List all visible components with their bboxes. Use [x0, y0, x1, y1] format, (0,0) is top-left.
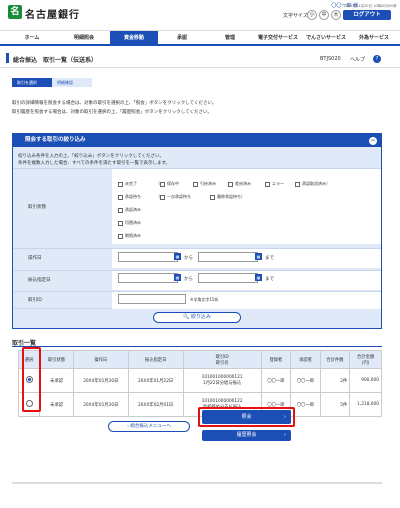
cell-count: 5件: [319, 392, 351, 417]
step-confirm: 明細確認: [52, 78, 92, 87]
checkbox[interactable]: [118, 207, 123, 213]
filter-desc: 絞り込み条件を入力の上、「絞り込み」ボタンをクリックしてください。: [18, 154, 164, 159]
nav-densai[interactable]: でんさいサービス: [302, 31, 350, 45]
cell-op-date: 20XX年01月20日: [72, 392, 129, 417]
screen-id: BTJS020: [320, 56, 341, 62]
col-approver: 承認者: [290, 350, 321, 369]
history-button[interactable]: 履歴照会 ›: [202, 430, 291, 441]
page-title: 総合振込 取引一覧（伝送系）: [13, 57, 98, 64]
chevron-right-icon: ›: [284, 432, 286, 438]
step-select: 取引を選択: [12, 78, 52, 87]
help-icon[interactable]: ?: [373, 55, 381, 63]
checkbox[interactable]: [160, 181, 165, 187]
cell-transfer-date: 20XX年01月22日: [127, 368, 184, 393]
bank-logo: 名: [8, 5, 22, 19]
checkbox[interactable]: [118, 220, 123, 226]
font-large-button[interactable]: 大: [331, 10, 341, 20]
status-label: 取引状態: [28, 205, 46, 210]
cell-amount: 1,218,000: [349, 392, 382, 417]
checkbox[interactable]: [228, 181, 233, 187]
transaction-id-input[interactable]: [118, 294, 186, 304]
transfer-date-from-input[interactable]: [118, 273, 178, 283]
id-hint: ※半角文字15桁: [190, 297, 219, 302]
search-icon: 🔍: [183, 314, 190, 320]
checkbox[interactable]: [160, 194, 165, 200]
checkbox[interactable]: [118, 194, 123, 200]
back-label: 総合振込メニューへ: [130, 424, 171, 429]
col-registrant: 登録者: [260, 350, 292, 369]
calendar-icon[interactable]: ▦: [255, 274, 262, 281]
highlight-select-column: [22, 347, 41, 412]
calendar-icon[interactable]: ▦: [174, 253, 181, 260]
font-size-label: 文字サイズ: [283, 13, 308, 19]
nav-transfer[interactable]: 資金移動: [110, 31, 158, 45]
filter-desc: 条件を複数入力した場合、すべての条件を満たす取引を一覧で表示します。: [18, 161, 171, 166]
filter-button-label: 絞り込み: [190, 314, 211, 320]
transaction-name: 1月22日分給与振込: [202, 381, 242, 386]
brand-name: 名古屋銀行: [25, 10, 80, 21]
col-count: 合計件数: [319, 350, 351, 369]
nav-approval[interactable]: 承認: [158, 31, 206, 45]
col-status: 取引状態: [39, 350, 74, 369]
nav-admin[interactable]: 管理: [206, 31, 254, 45]
calendar-icon[interactable]: ▦: [255, 253, 262, 260]
highlight-inquiry-button: [198, 407, 295, 427]
table-row: 未承認 20XX年01月20日 20XX年01月22日 101001000000…: [17, 368, 382, 393]
nav-statement[interactable]: 明細照会: [58, 31, 110, 45]
cell-id: 101001000000121 1月22日分給与振込: [182, 368, 262, 393]
last-login: 20XX年01月20日 10時00分00秒: [343, 4, 397, 8]
main-nav: ホーム 明細照会 資金移動 承認 管理 電子交付サービス でんさいサービス 外為…: [0, 30, 400, 46]
cell-approver: 〇〇一郎: [290, 368, 321, 393]
from-label: から: [184, 277, 193, 282]
filter-button[interactable]: 🔍 絞り込み: [153, 312, 241, 323]
operation-date-to-input[interactable]: [198, 252, 258, 262]
cell-status: 未承認: [39, 392, 74, 417]
nav-home[interactable]: ホーム: [6, 31, 58, 45]
col-op-date: 操作日: [72, 350, 129, 369]
chevron-left-icon: ‹: [127, 424, 129, 429]
checkbox[interactable]: [295, 181, 300, 187]
help-link[interactable]: ヘルプ: [350, 56, 365, 63]
footer-divider: [12, 482, 382, 484]
from-label: から: [184, 256, 193, 261]
title-bar: [6, 53, 9, 63]
divider: [12, 346, 382, 347]
calendar-icon[interactable]: ▦: [174, 274, 181, 281]
id-label: 取引ID: [28, 298, 42, 303]
col-id: 取引ID 取引名: [182, 350, 262, 369]
cell-status: 未承認: [39, 368, 74, 393]
checkbox[interactable]: [265, 181, 270, 187]
to-label: まで: [265, 277, 274, 282]
nav-e-delivery[interactable]: 電子交付サービス: [254, 31, 302, 45]
operation-date-label: 操作日: [28, 256, 42, 261]
cell-transfer-date: 20XX年02月01日: [127, 392, 184, 417]
font-small-button[interactable]: 小: [307, 10, 317, 20]
nav-forex[interactable]: 外為サービス: [350, 31, 398, 45]
to-label: まで: [265, 256, 274, 261]
col-amount: 合計金額 (円): [349, 350, 382, 369]
filter-panel-title[interactable]: 照会する取引の絞り込み: [13, 134, 381, 147]
checkbox[interactable]: [118, 181, 123, 187]
transfer-date-to-input[interactable]: [198, 273, 258, 283]
history-label: 履歴照会: [236, 432, 257, 438]
checkbox[interactable]: [118, 233, 123, 239]
back-to-menu-button[interactable]: ‹ 総合振込メニューへ: [108, 421, 190, 432]
checkbox[interactable]: [193, 181, 198, 187]
font-mid-button[interactable]: 中: [319, 10, 329, 20]
operation-date-from-input[interactable]: [118, 252, 178, 262]
description-line: 取引の詳細情報を照会する場合は、対象の取引を選択の上、「照会」ボタンをクリックし…: [12, 101, 217, 106]
cell-amount: 900,000: [349, 368, 382, 393]
logout-button[interactable]: ログアウト: [343, 10, 391, 20]
cell-op-date: 20XX年01月20日: [72, 368, 129, 393]
transfer-date-label: 振込指定日: [28, 278, 51, 283]
cell-registrant: 〇〇一郎: [260, 368, 292, 393]
collapse-icon[interactable]: −: [369, 137, 377, 145]
cell-approver: 〇〇一郎: [290, 392, 321, 417]
checkbox[interactable]: [210, 194, 215, 200]
description-line: 取引履歴を照会する場合は、対象の取引を選択の上、「履歴照会」ボタンをクリックして…: [12, 110, 212, 115]
col-transfer-date: 振込指定日: [127, 350, 184, 369]
cell-count: 2件: [319, 368, 351, 393]
